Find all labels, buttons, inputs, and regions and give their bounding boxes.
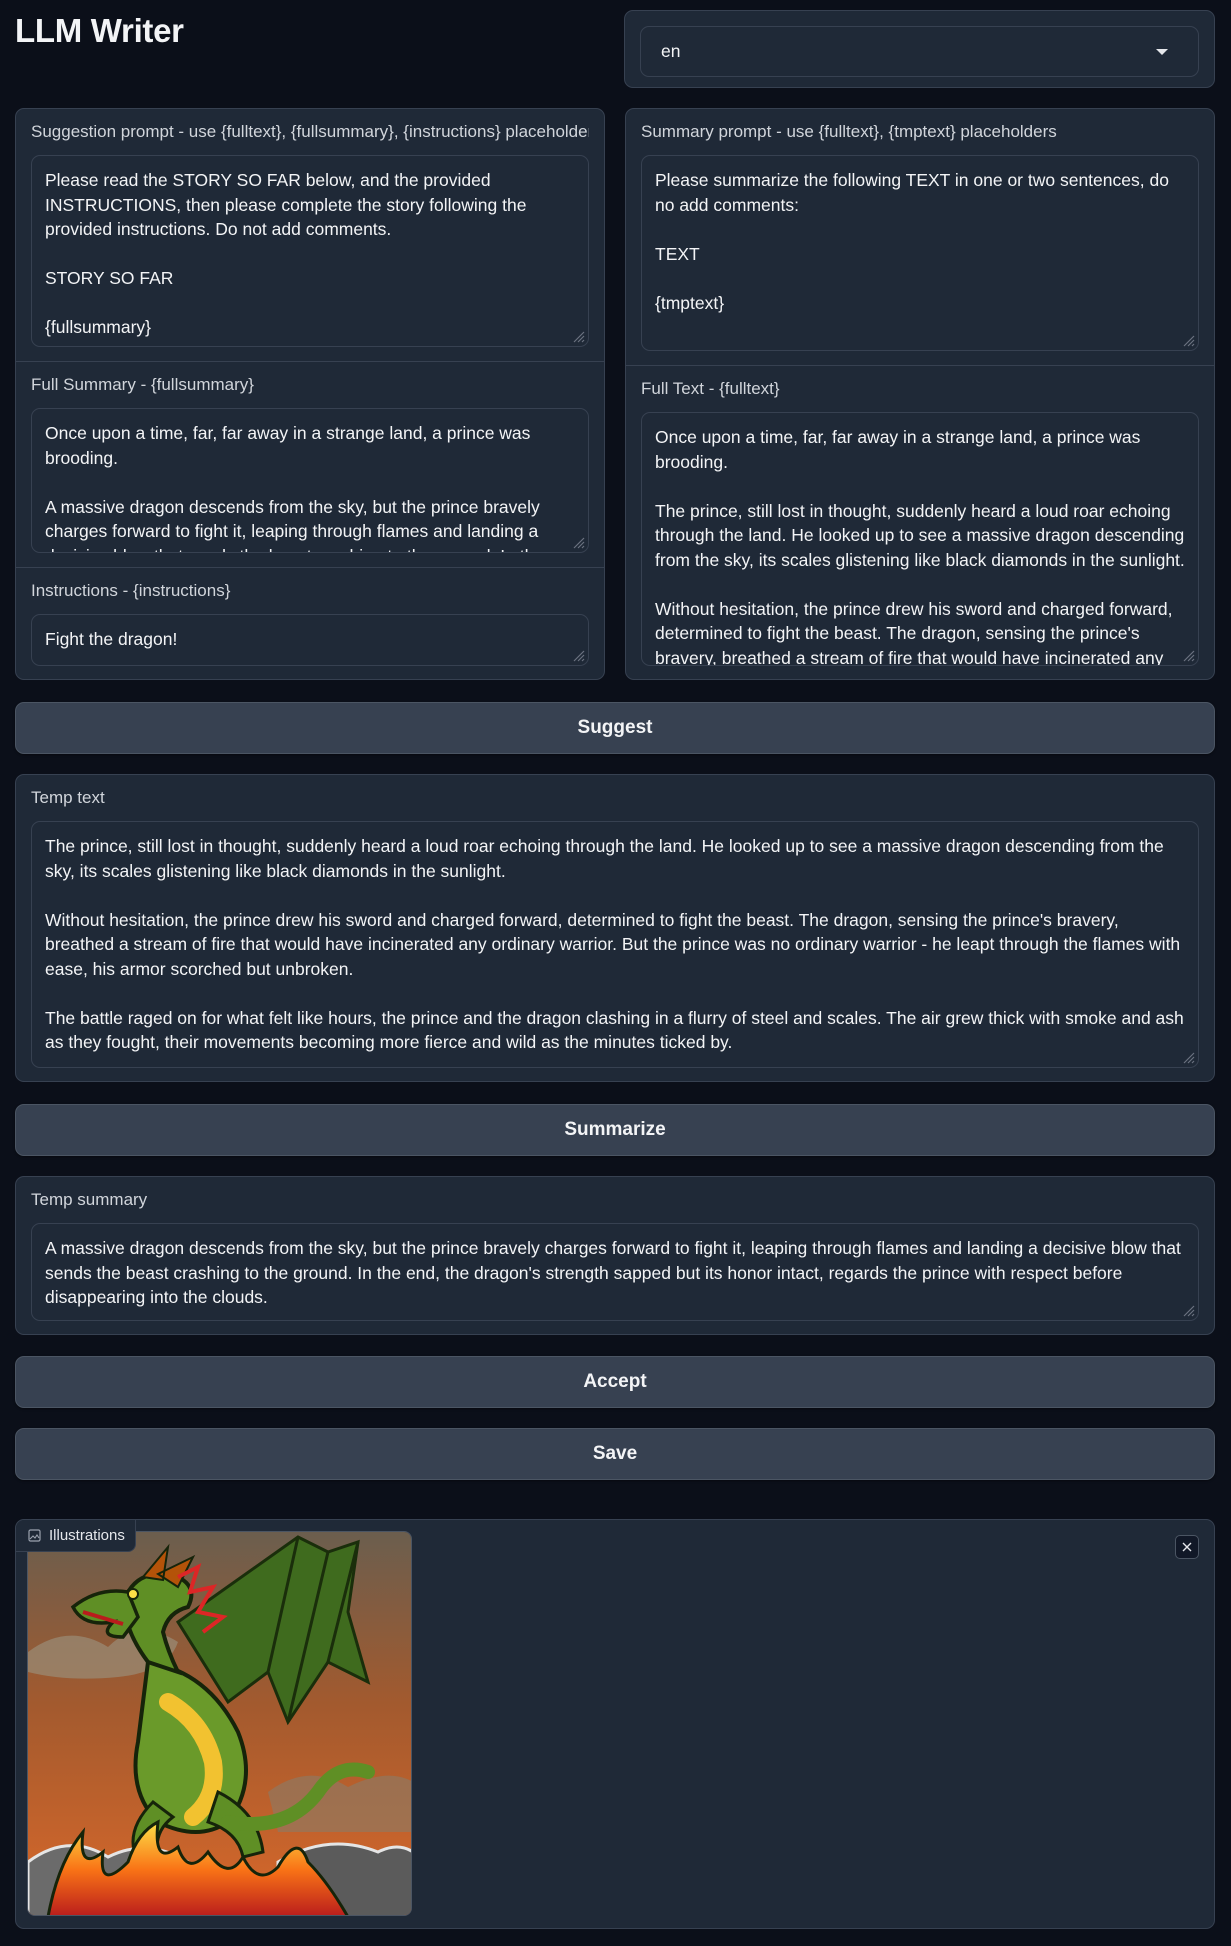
gallery-label: Illustrations [16,1520,136,1552]
language-panel: en [624,10,1215,88]
instructions-label: Instructions - {instructions} [31,581,231,600]
resize-grip-icon[interactable] [572,536,585,549]
close-icon [1182,1542,1192,1552]
temp-text-panel: Temp text The prince, still lost in thou… [15,774,1215,1082]
accept-button[interactable]: Accept [15,1356,1215,1408]
resize-grip-icon[interactable] [572,330,585,343]
save-button[interactable]: Save [15,1428,1215,1480]
language-dropdown[interactable]: en [640,26,1199,77]
language-value: en [661,41,681,61]
dragon-illustration[interactable] [27,1531,412,1916]
full-summary-field[interactable]: Once upon a time, far, far away in a str… [31,408,589,553]
temp-summary-panel: Temp summary A massive dragon descends f… [15,1176,1215,1335]
dragon-image [28,1532,411,1915]
summarize-button[interactable]: Summarize [15,1104,1215,1156]
temp-text-label: Temp text [31,788,105,807]
right-prompt-panel: Summary prompt - use {fulltext}, {tmptex… [625,108,1215,680]
resize-grip-icon[interactable] [572,649,585,662]
summary-prompt-field[interactable]: Please summarize the following TEXT in o… [641,155,1199,351]
close-gallery-button[interactable] [1175,1535,1199,1559]
left-prompt-panel: Suggestion prompt - use {fulltext}, {ful… [15,108,605,680]
resize-grip-icon[interactable] [1182,334,1195,347]
suggest-button[interactable]: Suggest [15,702,1215,754]
gallery-label-text: Illustrations [49,1527,125,1544]
illustrations-gallery: Illustrations [15,1519,1215,1929]
suggestion-prompt-label: Suggestion prompt - use {fulltext}, {ful… [31,122,589,141]
temp-text-field[interactable]: The prince, still lost in thought, sudde… [31,821,1199,1068]
full-text-field[interactable]: Once upon a time, far, far away in a str… [641,412,1199,666]
full-summary-label: Full Summary - {fullsummary} [31,375,254,394]
app-title: LLM Writer [15,12,184,49]
summary-prompt-label: Summary prompt - use {fulltext}, {tmptex… [641,122,1057,141]
resize-grip-icon[interactable] [1182,1051,1195,1064]
chevron-down-icon [1156,49,1168,55]
full-text-label: Full Text - {fulltext} [641,379,780,398]
image-icon [28,1529,41,1542]
temp-summary-label: Temp summary [31,1190,148,1209]
temp-summary-field[interactable]: A massive dragon descends from the sky, … [31,1223,1199,1321]
suggestion-prompt-field[interactable]: Please read the STORY SO FAR below, and … [31,155,589,347]
resize-grip-icon[interactable] [1182,1304,1195,1317]
resize-grip-icon[interactable] [1182,649,1195,662]
instructions-field[interactable]: Fight the dragon! [31,614,589,666]
